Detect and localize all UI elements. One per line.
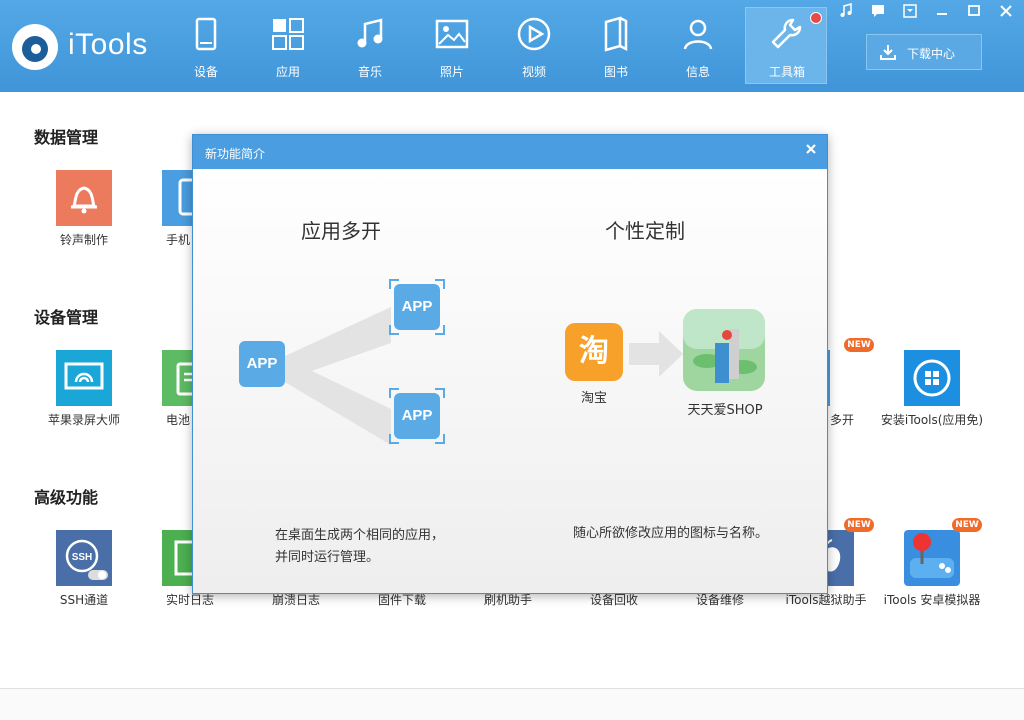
status-bar	[0, 688, 1024, 720]
new-badge: NEW	[952, 518, 982, 532]
close-icon	[806, 144, 816, 154]
nav-label: 视频	[521, 65, 546, 79]
nav-tab-music[interactable]: 音乐	[329, 8, 411, 84]
nav-label: 图书	[603, 65, 628, 79]
download-center-button[interactable]: 下载中心	[866, 34, 982, 70]
section-title-data: 数据管理	[34, 128, 99, 147]
nav-tab-books[interactable]: 图书	[575, 8, 657, 84]
music-note-icon	[357, 18, 383, 48]
nav-tab-messages[interactable]: 信息	[657, 8, 739, 84]
download-icon	[880, 45, 896, 60]
tablet-icon	[195, 17, 217, 51]
screen-cast-icon	[56, 350, 112, 406]
music-note-icon[interactable]	[836, 2, 856, 20]
nav-tab-video[interactable]: 视频	[493, 8, 575, 84]
shop-label: 天天爱SHOP	[687, 403, 763, 418]
tool-label: 安装iTools(应用免)	[880, 413, 984, 427]
app-tile-copy-2: APP	[394, 393, 440, 439]
section-title-device: 设备管理	[34, 308, 99, 327]
new-badge: NEW	[844, 338, 874, 352]
menu-dropdown-icon[interactable]	[900, 2, 920, 20]
feature-title-multi-open: 应用多开	[301, 219, 381, 243]
nav-label: 设备	[193, 65, 218, 79]
nav-label: 照片	[439, 65, 464, 79]
tool-label: 刷机助手	[483, 593, 532, 607]
tool-label: 设备回收	[589, 593, 638, 607]
tool-label: 实时日志	[165, 593, 214, 607]
book-icon	[604, 16, 628, 52]
joystick-icon	[904, 530, 960, 586]
tool-label: SSH通道	[59, 593, 109, 607]
logo-text: iTools	[68, 28, 148, 61]
feature-desc-customize: 随心所欲修改应用的图标与名称。	[573, 526, 769, 541]
taobao-app-icon: 淘	[565, 323, 623, 381]
top-toolbar: iTools 设备 应用 音乐 照片 视频 图书 信息 工具箱 下载中心	[0, 0, 1024, 92]
nav-tab-device[interactable]: 设备	[165, 8, 247, 84]
photo-icon	[435, 19, 469, 49]
dialog-header: 新功能简介	[193, 135, 827, 169]
feedback-icon[interactable]	[868, 2, 888, 20]
desc-line: 并同时运行管理。	[275, 550, 380, 565]
tool-label: iTools 安卓模拟器	[883, 593, 981, 607]
itools-eye-icon	[12, 24, 58, 70]
app-tile-copy-1: APP	[394, 284, 440, 330]
new-badge: NEW	[844, 518, 874, 532]
nav-tab-photos[interactable]: 照片	[411, 8, 493, 84]
section-title-advanced: 高级功能	[34, 488, 99, 507]
nav-label: 应用	[275, 65, 300, 79]
tiantian-shop-app-icon	[683, 309, 765, 391]
dialog-body: 应用多开 个性定制 APP APP APP 淘 淘宝 天天爱SHOP 在桌面生成…	[193, 169, 827, 593]
tool-label: iTools越狱助手	[785, 593, 867, 607]
download-center-label: 下载中心	[907, 47, 956, 61]
minimize-icon[interactable]	[932, 2, 952, 20]
tool-label: 固件下载	[377, 593, 426, 607]
desc-line: 在桌面生成两个相同的应用，	[275, 528, 445, 543]
wrench-icon	[771, 18, 802, 49]
nav-label: 工具箱	[768, 65, 805, 79]
nav-tab-apps[interactable]: 应用	[247, 8, 329, 84]
dialog-close-button[interactable]	[803, 141, 819, 157]
install-itools-icon	[904, 350, 960, 406]
maximize-icon[interactable]	[964, 2, 984, 20]
feature-desc-multi-open: 在桌面生成两个相同的应用， 并同时运行管理。	[275, 525, 444, 569]
new-feature-dialog: 新功能简介 应用多开 个性定制 APP APP APP 淘 淘宝 天天爱SHOP…	[192, 134, 828, 594]
close-icon[interactable]	[996, 2, 1016, 20]
notification-dot	[810, 12, 822, 24]
person-icon	[683, 19, 713, 50]
nav-label: 信息	[685, 65, 710, 79]
arrow-right-icon	[629, 331, 683, 377]
tool-label: 苹果录屏大师	[47, 413, 120, 427]
tool-label: 设备维修	[695, 593, 744, 607]
svg-text:SSH: SSH	[72, 552, 93, 563]
tool-label: 铃声制作	[59, 233, 108, 247]
app-tile-source: APP	[239, 341, 285, 387]
nav-label: 音乐	[357, 65, 382, 79]
taobao-label: 淘宝	[580, 391, 607, 406]
bell-icon	[56, 170, 112, 226]
taobao-glyph: 淘	[579, 334, 609, 369]
play-icon	[517, 17, 551, 51]
itools-logo: iTools	[12, 22, 162, 72]
ssh-icon: SSH	[56, 530, 112, 586]
dialog-title: 新功能简介	[205, 147, 266, 161]
feature-title-customize: 个性定制	[605, 219, 685, 243]
tool-label: 崩溃日志	[271, 593, 320, 607]
nav-tab-toolbox[interactable]: 工具箱	[745, 7, 827, 84]
apps-grid-icon	[272, 18, 304, 50]
